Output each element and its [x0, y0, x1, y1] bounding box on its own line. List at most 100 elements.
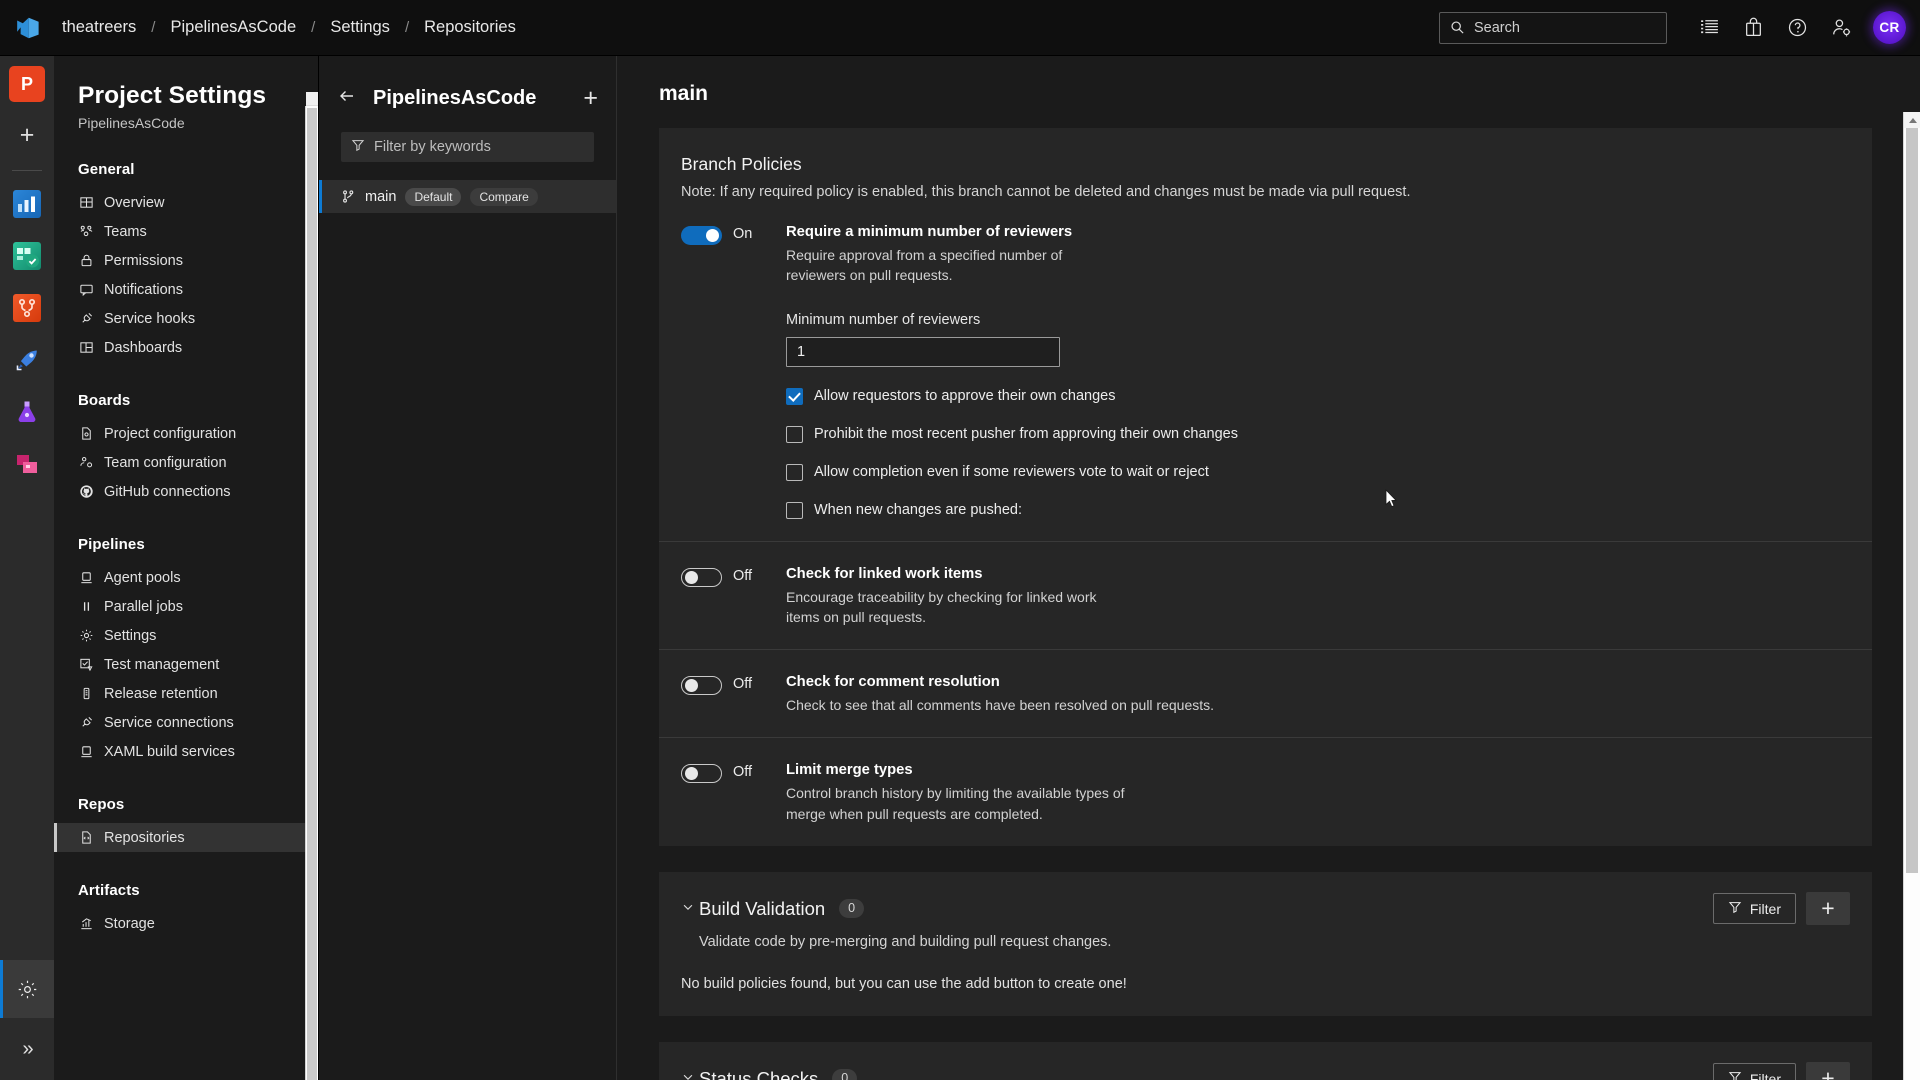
sidebar-item-permissions[interactable]: Permissions	[54, 246, 318, 275]
sidebar-scroll-thumb[interactable]	[307, 108, 317, 1080]
sidebar-item-repositories[interactable]: Repositories	[54, 823, 318, 852]
sidebar-item-dashboards[interactable]: Dashboards	[54, 333, 318, 362]
add-status-check-button[interactable]: +	[1806, 1062, 1850, 1080]
breadcrumb-project[interactable]: PipelinesAsCode	[164, 14, 302, 41]
rail-item-boards[interactable]	[8, 237, 46, 275]
sidebar-group-artifacts: Artifacts	[78, 882, 140, 899]
branch-policies-note: Note: If any required policy is enabled,…	[681, 184, 1411, 200]
policy-description: Encourage traceability by checking for l…	[786, 588, 1097, 625]
rail-item-pipelines[interactable]	[8, 341, 46, 379]
sidebar-item-service-connections[interactable]: Service connections	[54, 708, 318, 737]
rail-item-overview[interactable]	[8, 185, 46, 223]
breadcrumb-separator: /	[311, 19, 316, 36]
sidebar-item-service-hooks[interactable]: Service hooks	[54, 304, 318, 333]
avatar[interactable]: CR	[1873, 11, 1906, 44]
breadcrumb-settings[interactable]: Settings	[324, 14, 396, 41]
rail-item-repos[interactable]	[8, 289, 46, 327]
rail-item-artifacts[interactable]	[8, 445, 46, 483]
sidebar-item-parallel-jobs[interactable]: Parallel jobs	[54, 592, 318, 621]
expand-rail-button[interactable]: »	[0, 1018, 54, 1080]
sidebar-item-github-connections[interactable]: GitHub connections	[54, 477, 318, 506]
sidebar-item-test-management[interactable]: Test management	[54, 650, 318, 679]
policy-comment-resolution: Off Check for comment resolution Check t…	[659, 649, 1872, 737]
policy-toggle-group: Off	[681, 762, 786, 824]
create-new-button[interactable]: +	[8, 116, 46, 154]
sidebar-item-label: Repositories	[104, 829, 185, 846]
page-scrollbar[interactable]	[1903, 112, 1920, 1080]
branch-policies-heading: Branch Policies	[681, 154, 802, 174]
scrollbar-thumb[interactable]	[1906, 128, 1918, 873]
sidebar-item-storage[interactable]: Storage	[54, 909, 318, 938]
sidebar-item-release-retention[interactable]: Release retention	[54, 679, 318, 708]
build-validation-filter-button[interactable]: Filter	[1712, 893, 1796, 925]
checkbox-row[interactable]: Prohibit the most recent pusher from app…	[786, 425, 1850, 443]
sidebar-item-project-configuration[interactable]: Project configuration	[54, 419, 318, 448]
sidebar-inner: Project Settings PipelinesAsCode General…	[54, 56, 318, 938]
branch-row-main[interactable]: main Default Compare	[319, 180, 616, 213]
branch-policies-card: Branch Policies Note: If any required po…	[659, 128, 1872, 847]
branch-title: main	[659, 82, 709, 105]
minimum-reviewers-input[interactable]	[786, 336, 1060, 367]
azure-devops-logo-icon[interactable]	[0, 0, 56, 56]
rail-item-project-settings[interactable]	[0, 960, 54, 1018]
boards-icon	[13, 242, 41, 270]
branch-filter[interactable]	[341, 132, 594, 162]
compare-button[interactable]: Compare	[470, 187, 538, 206]
sidebar-item-label: Storage	[104, 915, 155, 932]
sidebar-item-notifications[interactable]: Notifications	[54, 275, 318, 304]
checkbox-allow-requestors[interactable]	[786, 387, 803, 405]
scroll-up-arrow[interactable]	[1904, 112, 1920, 128]
toggle-minimum-reviewers[interactable]	[681, 226, 722, 245]
rail-item-test-plans[interactable]	[8, 393, 46, 431]
scroll-up-arrow[interactable]	[306, 92, 318, 106]
sidebar-item-label: Overview	[104, 194, 165, 211]
checkbox-when-new-changes-pushed[interactable]	[786, 501, 803, 519]
checkbox-allow-completion[interactable]	[786, 463, 803, 481]
filter-funnel-icon	[1728, 1070, 1742, 1080]
lock-icon	[78, 252, 95, 269]
sidebar-item-label: Release retention	[104, 685, 218, 702]
chevron-down-icon[interactable]	[681, 900, 699, 918]
parallel-icon	[78, 598, 95, 615]
plug-icon	[78, 714, 95, 731]
marketplace-bag-icon[interactable]	[1733, 8, 1773, 48]
back-arrow-icon[interactable]	[337, 86, 359, 110]
global-search[interactable]	[1439, 11, 1667, 44]
toggle-limit-merge-types[interactable]	[681, 764, 722, 784]
add-build-validation-button[interactable]: +	[1806, 892, 1850, 926]
checkbox-prohibit-recent-pusher[interactable]	[786, 425, 803, 443]
chevron-down-icon[interactable]	[681, 1070, 699, 1080]
toggle-comment-resolution[interactable]	[681, 676, 722, 696]
branch-filter-input[interactable]	[374, 139, 584, 155]
policy-linked-work-items: Off Check for linked work items Encourag…	[659, 540, 1872, 650]
checkbox-row[interactable]: Allow completion even if some reviewers …	[786, 463, 1850, 481]
checkbox-row[interactable]: When new changes are pushed:	[786, 501, 1850, 519]
checkbox-row[interactable]: Allow requestors to approve their own ch…	[786, 387, 1850, 405]
project-badge[interactable]: P	[9, 66, 45, 102]
build-validation-count: 0	[839, 899, 865, 918]
sidebar-item-teams[interactable]: Teams	[54, 217, 318, 246]
search-input[interactable]	[1474, 19, 1656, 36]
app-body: P + » Project Settings PipelinesAsCode G…	[0, 56, 1920, 1080]
default-branch-badge: Default	[405, 187, 462, 206]
help-icon[interactable]	[1777, 8, 1817, 48]
sidebar-scrollbar[interactable]	[305, 92, 318, 1080]
status-checks-filter-button[interactable]: Filter	[1712, 1063, 1796, 1080]
double-chevron-right-icon: »	[22, 1037, 33, 1060]
sidebar-item-agent-pools[interactable]: Agent pools	[54, 563, 318, 592]
list-icon[interactable]	[1689, 8, 1729, 48]
policy-body: Check for linked work items Encourage tr…	[786, 566, 1850, 628]
breadcrumb-org[interactable]: theatreers	[56, 14, 142, 41]
status-checks-header: Status Checks 0 Filter +	[681, 1062, 1850, 1080]
build-validation-section: Build Validation 0 Filter + Validate cod…	[659, 872, 1872, 1017]
sidebar-item-overview[interactable]: Overview	[54, 188, 318, 217]
sidebar-item-xaml-build-services[interactable]: XAML build services	[54, 737, 318, 766]
checkbox-label: Prohibit the most recent pusher from app…	[814, 426, 1238, 443]
sidebar-item-team-configuration[interactable]: Team configuration	[54, 448, 318, 477]
add-branch-policy-button[interactable]: +	[583, 85, 602, 111]
breadcrumb-repositories[interactable]: Repositories	[418, 14, 522, 41]
sidebar-item-settings[interactable]: Settings	[54, 621, 318, 650]
user-settings-icon[interactable]	[1821, 8, 1861, 48]
toggle-linked-work-items[interactable]	[681, 567, 722, 587]
toggle-state-label: Off	[733, 764, 753, 781]
